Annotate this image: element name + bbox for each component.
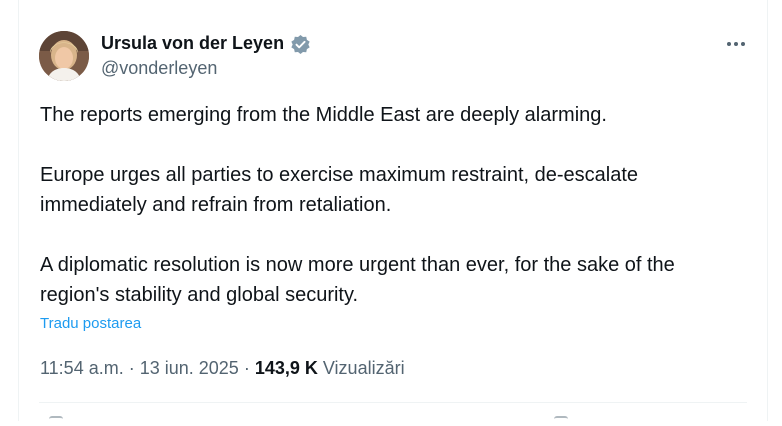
meta-separator: ·	[123, 358, 140, 378]
avatar-image	[39, 31, 89, 81]
views-label: Vizualizări	[322, 358, 405, 378]
bookmark-icon[interactable]	[554, 416, 568, 426]
avatar[interactable]	[39, 31, 89, 81]
translate-post-link[interactable]: Tradu postarea	[40, 315, 141, 332]
author-handle[interactable]: @vonderleyen	[101, 58, 217, 79]
verified-badge-icon	[290, 34, 311, 55]
tweet-meta: 11:54 a.m. · 13 iun. 2025 · 143,9 K Vizu…	[40, 358, 405, 379]
more-button[interactable]	[719, 32, 753, 56]
tweet-paragraph: Europe urges all parties to exercise max…	[40, 164, 639, 216]
tweet-paragraph: The reports emerging from the Middle Eas…	[40, 104, 607, 126]
more-horizontal-icon	[727, 42, 745, 46]
author-name[interactable]: Ursula von der Leyen	[101, 33, 284, 54]
tweet-paragraph: A diplomatic resolution is now more urge…	[40, 254, 675, 306]
tweet-text: The reports emerging from the Middle Eas…	[40, 100, 740, 310]
meta-separator: ·	[238, 358, 255, 378]
views-count: 143,9 K	[254, 358, 318, 378]
tweet-date[interactable]: 13 iun. 2025	[140, 358, 239, 378]
divider	[39, 402, 747, 403]
tweet-card: Ursula von der Leyen @vonderleyen The re…	[18, 0, 768, 421]
reply-icon[interactable]	[49, 416, 63, 426]
tweet-time[interactable]: 11:54 a.m.	[40, 358, 124, 378]
